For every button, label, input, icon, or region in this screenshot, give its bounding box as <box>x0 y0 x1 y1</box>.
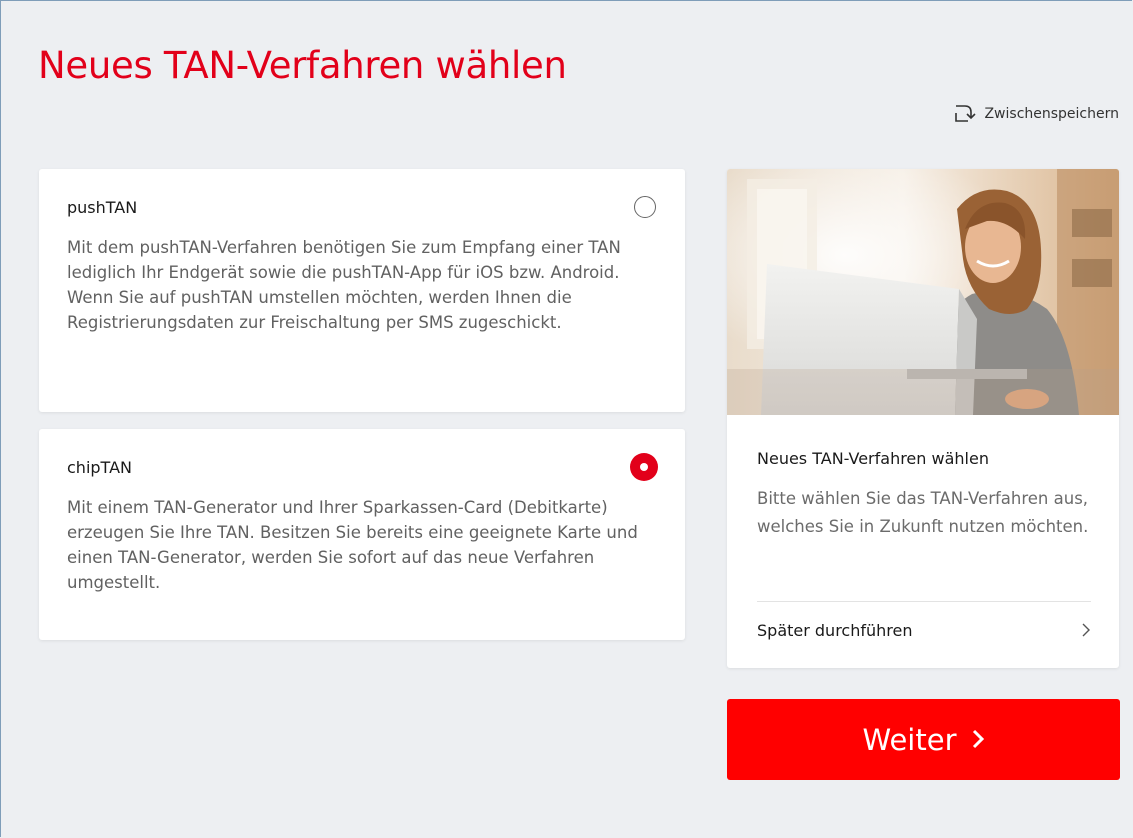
chevron-right-icon <box>1081 622 1091 638</box>
save-draft-link[interactable]: Zwischenspeichern <box>954 104 1119 124</box>
option-description: Mit einem TAN-Generator und Ihrer Sparka… <box>67 498 638 592</box>
radio-chiptan[interactable] <box>631 454 657 480</box>
info-title: Neues TAN-Verfahren wählen <box>757 449 989 468</box>
info-card: Neues TAN-Verfahren wählen Bitte wählen … <box>727 169 1119 668</box>
chevron-right-icon <box>971 723 985 757</box>
later-link[interactable]: Später durchführen <box>757 615 1091 645</box>
divider <box>757 601 1091 602</box>
option-title: chipTAN <box>67 458 132 477</box>
next-button-label: Weiter <box>862 722 957 757</box>
woman-laptop-photo <box>727 169 1119 415</box>
option-pushtan[interactable]: pushTAN Mit dem pushTAN-Verfahren benöti… <box>39 169 685 412</box>
radio-pushtan[interactable] <box>634 196 656 218</box>
option-title: pushTAN <box>67 198 138 217</box>
next-button[interactable]: Weiter <box>727 699 1120 780</box>
save-download-icon <box>954 104 977 124</box>
option-description: Mit dem pushTAN-Verfahren benötigen Sie … <box>67 238 621 332</box>
save-draft-label: Zwischenspeichern <box>984 106 1119 122</box>
later-label: Später durchführen <box>757 620 913 640</box>
info-text: Bitte wählen Sie das TAN-Verfahren aus, … <box>757 489 1089 536</box>
option-chiptan[interactable]: chipTAN Mit einem TAN-Generator und Ihre… <box>39 429 685 640</box>
page-title: Neues TAN-Verfahren wählen <box>38 44 567 87</box>
